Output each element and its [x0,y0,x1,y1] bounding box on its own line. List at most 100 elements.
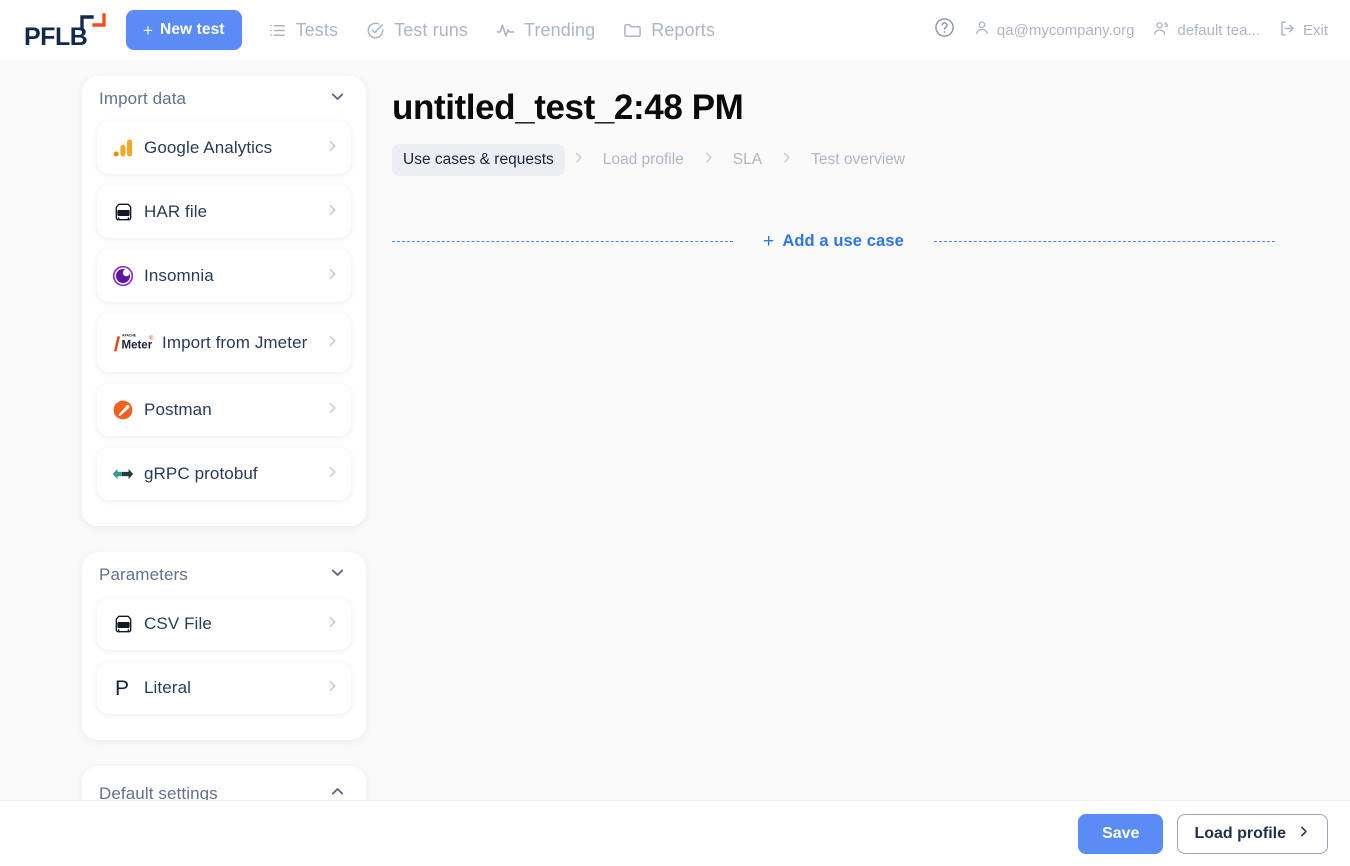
postman-icon [110,397,136,423]
team-name: default tea... [1177,21,1260,39]
breadcrumb: Use cases & requests Load profile SLA Te… [392,144,1290,176]
svg-text:CSV: CSV [119,622,128,627]
chevron-right-icon [324,464,340,485]
chevron-right-icon [571,150,586,170]
page-title: untitled_test_2:48 PM [392,88,744,127]
csv-file-icon: CSV [110,611,136,637]
chevron-right-icon [324,138,340,159]
sidebar-item-label: CSV File [144,613,212,633]
svg-text:APACHE: APACHE [122,334,137,338]
breadcrumb-step-test-overview[interactable]: Test overview [800,144,916,176]
chevron-up-icon[interactable] [329,783,346,800]
team-icon [1153,20,1170,41]
new-test-label: New test [160,21,225,38]
main-content: untitled_test_2:48 PM Use cases & reques… [366,60,1350,800]
breadcrumb-step-sla[interactable]: SLA [722,144,773,176]
nav-label-tests: Tests [295,19,339,40]
section-title-import-data: Import data [99,89,187,108]
section-title-default-settings: Default settings [99,784,218,800]
add-use-case-button[interactable]: + Add a use case [733,232,934,251]
load-profile-button[interactable]: Load profile [1177,813,1328,854]
grpc-icon [110,461,136,487]
chevron-right-icon [324,333,340,354]
load-profile-label: Load profile [1194,824,1286,842]
plus-icon: + [143,20,154,40]
main-nav: Tests Test runs Trending Reports [268,20,715,41]
nav-item-test-runs[interactable]: Test runs [366,20,468,41]
sidebar-item-label: Insomnia [144,265,214,285]
nav-label-trending: Trending [524,19,596,40]
list-icon [268,21,287,40]
nav-item-tests[interactable]: Tests [268,20,339,41]
sidebar-section-parameters: Parameters CSV CSV File P Literal [82,552,366,740]
section-title-parameters: Parameters [99,565,188,584]
sidebar-item-label: Literal [144,677,192,697]
sidebar-item-insomnia[interactable]: Insomnia [97,250,351,302]
sidebar-section-import-data: Import data Google Analytics HAR HAR fil… [82,76,366,526]
user-email: qa@mycompany.org [996,21,1135,39]
dashed-divider-left [392,241,734,242]
activity-icon [496,21,515,40]
footer-actions: Save Load profile [0,800,1350,866]
chevron-down-icon[interactable] [329,88,346,110]
sidebar-item-label: Google Analytics [144,137,273,157]
google-analytics-icon [110,135,136,161]
add-use-case-row: + Add a use case [392,232,1290,251]
chevron-right-icon [1296,824,1311,844]
nav-item-trending[interactable]: Trending [496,20,595,41]
logo-wordmark: PFLB [24,23,88,51]
sidebar-item-postman[interactable]: Postman [97,384,351,436]
save-button[interactable]: Save [1078,813,1164,854]
add-use-case-label: Add a use case [782,232,904,250]
jmeter-icon: APACHE Meter ® [110,330,154,356]
svg-text:®: ® [149,335,154,342]
har-file-icon: HAR [110,199,136,225]
pflb-logo[interactable]: PFLB [24,9,108,51]
breadcrumb-step-load-profile[interactable]: Load profile [592,144,695,176]
chevron-right-icon [701,150,716,170]
page-body: Import data Google Analytics HAR HAR fil… [0,60,1350,800]
chevron-down-icon[interactable] [329,564,346,586]
nav-label-reports: Reports [651,19,715,40]
literal-p-icon: P [110,675,136,701]
section-header-default-settings[interactable]: Default settings [82,766,366,800]
section-header-import-data[interactable]: Import data [82,76,366,122]
logo-bracket-icon [80,13,106,44]
user-account[interactable]: qa@mycompany.org [974,20,1135,40]
help-icon[interactable] [934,17,955,43]
app-header: PFLB + New test Tests Test runs Trending… [0,0,1350,60]
sidebar: Import data Google Analytics HAR HAR fil… [0,60,366,800]
sidebar-section-default-settings: Default settings [82,766,366,800]
chevron-right-icon [324,678,340,699]
sidebar-item-har-file[interactable]: HAR HAR file [97,186,351,238]
chevron-right-icon [324,614,340,635]
nav-label-test-runs: Test runs [394,19,469,40]
chevron-right-icon [779,150,794,170]
sidebar-item-label: HAR file [144,201,208,221]
header-right-cluster: qa@mycompany.org default tea... Exit [934,17,1328,43]
sidebar-item-literal[interactable]: P Literal [97,662,351,714]
chevron-right-icon [324,266,340,287]
sidebar-item-grpc-protobuf[interactable]: gRPC protobuf [97,448,351,500]
team-selector[interactable]: default tea... [1153,20,1260,41]
plus-icon: + [763,231,775,252]
nav-item-reports[interactable]: Reports [623,20,715,41]
sidebar-item-csv-file[interactable]: CSV CSV File [97,598,351,650]
breadcrumb-step-use-cases[interactable]: Use cases & requests [392,144,565,176]
sidebar-item-label: gRPC protobuf [144,463,258,483]
svg-text:P: P [115,677,129,700]
exit-button[interactable]: Exit [1279,20,1328,41]
check-circle-icon [366,21,385,40]
section-header-parameters[interactable]: Parameters [82,552,366,598]
logout-icon [1279,20,1296,41]
dashed-divider-right [933,241,1275,242]
sidebar-item-label: Import from Jmeter [162,332,308,352]
folder-icon [623,21,642,40]
exit-label: Exit [1302,21,1328,39]
svg-text:HAR: HAR [119,210,128,215]
sidebar-item-google-analytics[interactable]: Google Analytics [97,122,351,174]
chevron-right-icon [324,202,340,223]
new-test-button[interactable]: + New test [126,10,242,50]
sidebar-item-import-from-jmeter[interactable]: APACHE Meter ® Import from Jmeter [97,314,351,372]
insomnia-icon [110,263,136,289]
